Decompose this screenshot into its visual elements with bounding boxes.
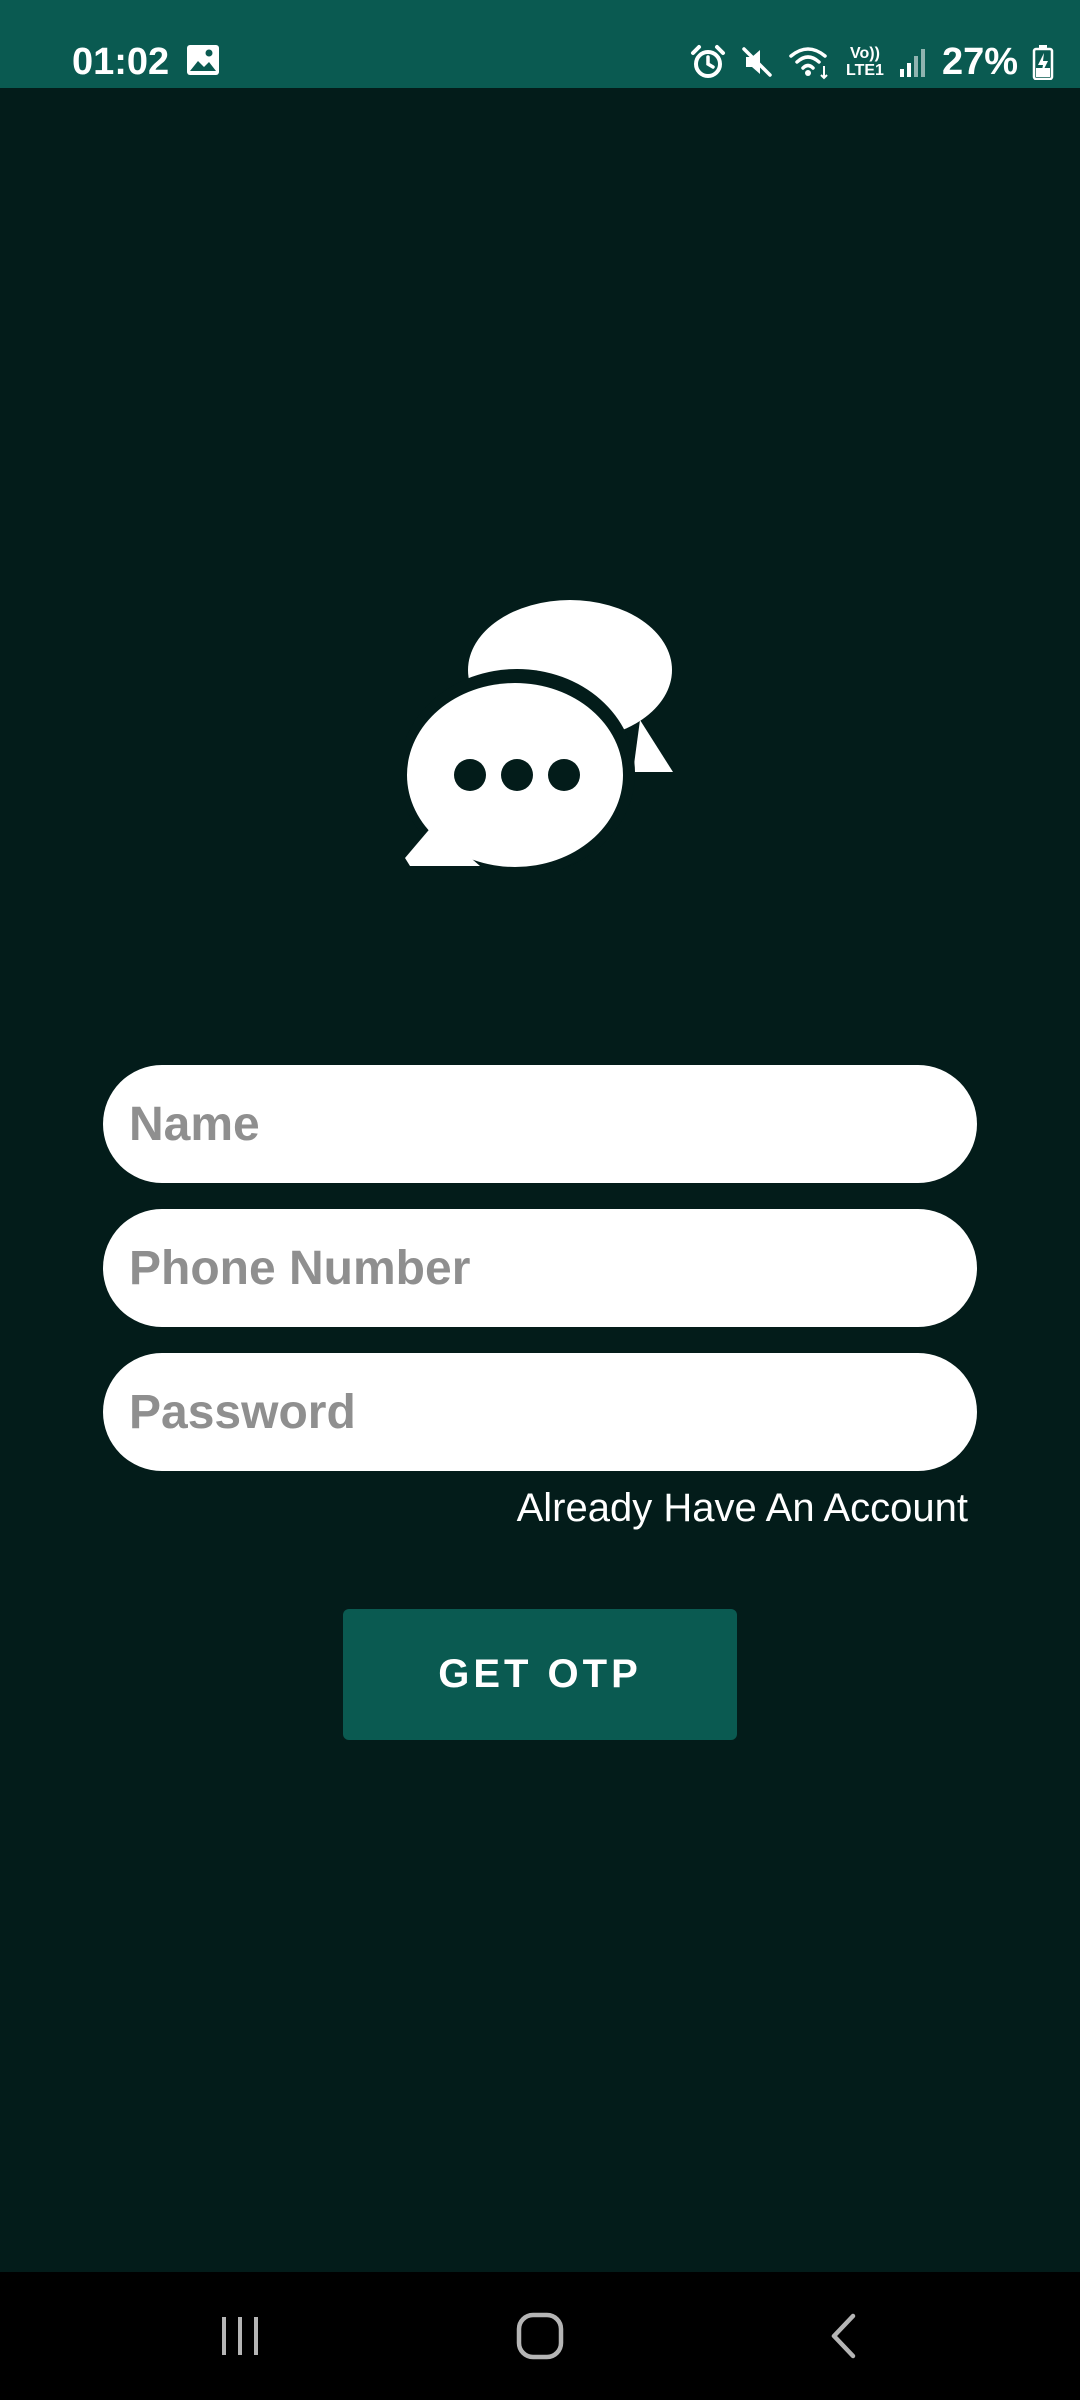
- navigation-bar: [0, 2272, 1080, 2400]
- signal-icon: [899, 49, 925, 77]
- alarm-icon: [691, 45, 725, 78]
- already-have-account-link[interactable]: Already Have An Account: [517, 1480, 968, 1536]
- get-otp-button[interactable]: GET OTP: [343, 1609, 737, 1740]
- volte-icon: Vo)) LTE1: [846, 45, 884, 79]
- phone-number-field[interactable]: [103, 1209, 977, 1327]
- recents-icon: [222, 2317, 258, 2355]
- password-input[interactable]: [127, 1383, 953, 1441]
- gallery-icon: [187, 45, 219, 75]
- password-field[interactable]: [103, 1353, 977, 1471]
- battery-charging-icon: [1032, 45, 1054, 80]
- lte-label: LTE1: [846, 62, 884, 79]
- recents-button[interactable]: [180, 2296, 300, 2376]
- name-field[interactable]: [103, 1065, 977, 1183]
- home-icon: [516, 2312, 564, 2360]
- mute-icon: [742, 47, 772, 77]
- status-bar: 01:02 Vo)) LTE1 27%: [0, 0, 1080, 88]
- volte-label: Vo)): [850, 45, 880, 62]
- phone-number-input[interactable]: [127, 1239, 953, 1297]
- status-icons: Vo)) LTE1 27%: [690, 34, 1054, 90]
- home-button[interactable]: [480, 2296, 600, 2376]
- battery-percent: 27%: [941, 41, 1018, 83]
- wifi-icon: [789, 47, 828, 80]
- back-icon: [831, 2313, 856, 2359]
- chat-bubbles-icon: [405, 600, 673, 870]
- status-time: 01:02: [72, 41, 170, 83]
- back-button[interactable]: [784, 2296, 904, 2376]
- name-input[interactable]: [127, 1095, 953, 1153]
